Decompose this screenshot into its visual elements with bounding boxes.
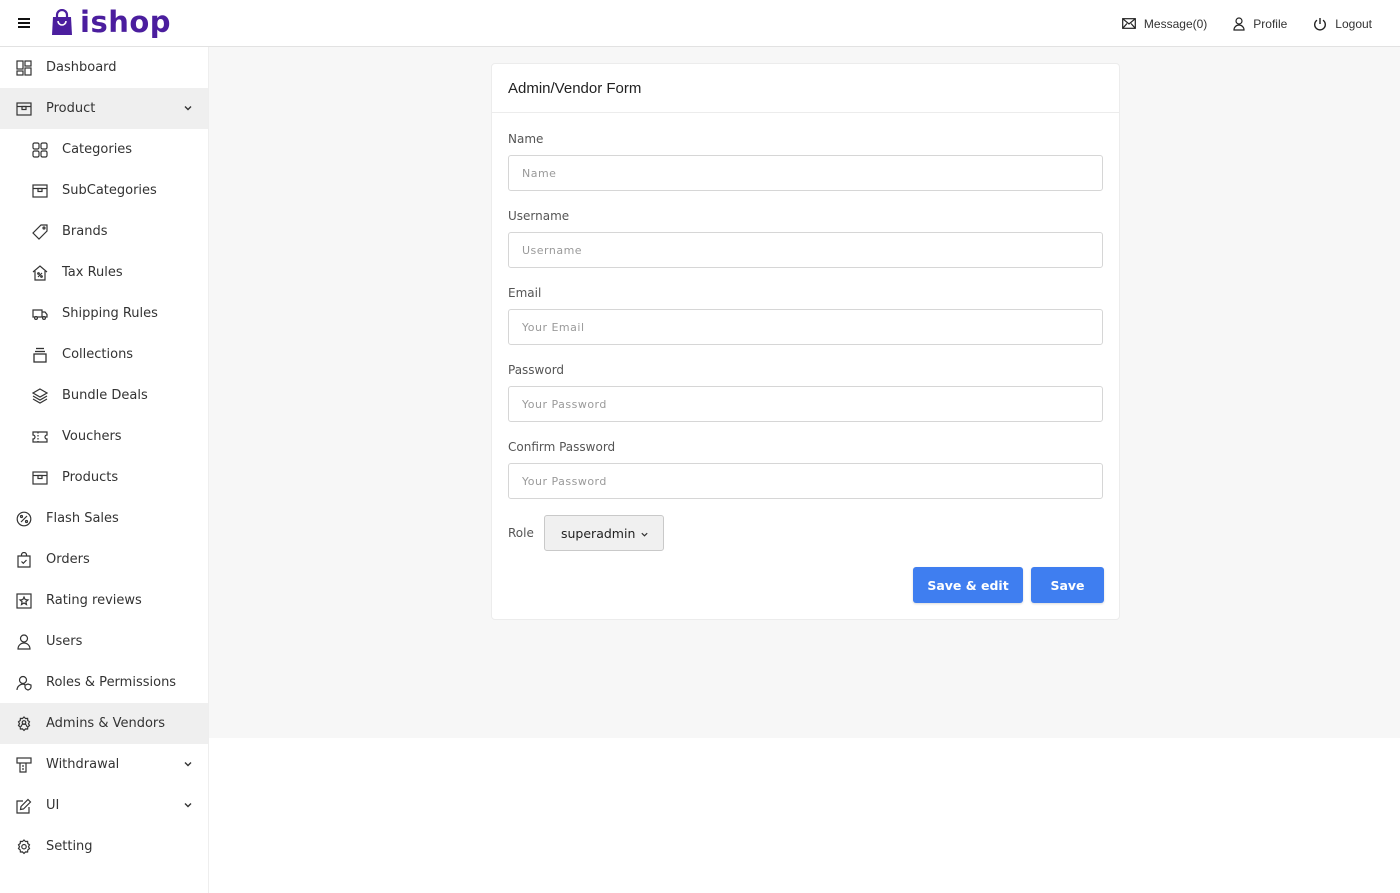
messages-label: Message(0) bbox=[1143, 16, 1208, 31]
sidebar-item-products[interactable]: Products bbox=[0, 457, 208, 498]
sidebar-item-users[interactable]: Users bbox=[0, 621, 208, 662]
profile-label: Profile bbox=[1253, 16, 1288, 31]
chevron-down-icon bbox=[184, 762, 192, 767]
sidebar-item-label: Orders bbox=[46, 552, 90, 567]
confirm-password-label: Confirm Password bbox=[508, 440, 616, 454]
sidebar-item-subcategories[interactable]: SubCategories bbox=[0, 170, 208, 211]
chevron-down-icon bbox=[641, 532, 648, 537]
save-button[interactable]: Save bbox=[1031, 567, 1104, 603]
brand-logo[interactable]: ishop bbox=[51, 6, 171, 38]
sidebar-item-roles-permissions[interactable]: Roles & Permissions bbox=[0, 662, 208, 703]
sidebar-item-flash-sales[interactable]: Flash Sales bbox=[0, 498, 208, 539]
sidebar-item-label: Vouchers bbox=[62, 429, 122, 444]
sidebar-item-label: Collections bbox=[62, 347, 134, 362]
sidebar-item-label: Admins & Vendors bbox=[46, 716, 166, 731]
role-label: Role bbox=[508, 526, 534, 540]
role-select[interactable]: superadmin bbox=[544, 515, 664, 551]
sidebar-item-label: Users bbox=[46, 634, 83, 649]
power-icon bbox=[1314, 17, 1327, 30]
bag-check-icon bbox=[16, 551, 32, 568]
email-label: Email bbox=[508, 286, 542, 300]
admin-vendor-form-card: Admin/Vendor Form Name Username Email Pa… bbox=[491, 63, 1120, 620]
star-box-icon bbox=[16, 592, 32, 609]
sidebar-item-brands[interactable]: Brands bbox=[0, 211, 208, 252]
sidebar-item-label: Bundle Deals bbox=[62, 388, 148, 403]
box-icon bbox=[32, 470, 48, 486]
sidebar-item-label: Withdrawal bbox=[46, 757, 120, 772]
sidebar-item-label: SubCategories bbox=[62, 183, 157, 198]
sidebar-item-admins-vendors[interactable]: Admins & Vendors bbox=[0, 703, 208, 744]
box-icon bbox=[16, 101, 32, 117]
sidebar-item-categories[interactable]: Categories bbox=[0, 129, 208, 170]
sidebar-item-label: Flash Sales bbox=[46, 511, 119, 526]
user-icon bbox=[16, 633, 32, 650]
sidebar-item-label: Products bbox=[62, 470, 119, 485]
sidebar-item-rating-reviews[interactable]: Rating reviews bbox=[0, 580, 208, 621]
chevron-down-icon bbox=[184, 106, 192, 111]
sidebar-item-label: UI bbox=[46, 798, 60, 813]
sidebar-item-label: Roles & Permissions bbox=[46, 675, 177, 690]
chevron-down-icon bbox=[184, 803, 192, 808]
sidebar-item-label: Tax Rules bbox=[62, 265, 123, 280]
ticket-icon bbox=[32, 429, 48, 445]
sidebar-item-vouchers[interactable]: Vouchers bbox=[0, 416, 208, 457]
sidebar-item-collections[interactable]: Collections bbox=[0, 334, 208, 375]
logout-link[interactable]: Logout bbox=[1313, 17, 1372, 31]
withdraw-icon bbox=[16, 756, 32, 773]
sidebar-item-withdrawal[interactable]: Withdrawal bbox=[0, 744, 208, 785]
menu-icon[interactable] bbox=[16, 15, 32, 31]
top-header: ishop Message(0) Profile Logout bbox=[0, 0, 1400, 47]
role-select-value: superadmin bbox=[561, 525, 636, 541]
password-input[interactable] bbox=[508, 386, 1103, 422]
card-header: Admin/Vendor Form bbox=[492, 64, 1119, 113]
username-label: Username bbox=[508, 209, 570, 223]
name-label: Name bbox=[508, 132, 544, 146]
logout-label: Logout bbox=[1335, 16, 1372, 31]
sidebar-item-tax-rules[interactable]: Tax Rules bbox=[0, 252, 208, 293]
stack-icon bbox=[32, 347, 48, 363]
edit-icon bbox=[16, 798, 32, 814]
gear-icon bbox=[16, 838, 32, 855]
profile-link[interactable]: Profile bbox=[1233, 17, 1287, 31]
shield-user-icon bbox=[16, 675, 32, 691]
top-nav: Message(0) Profile Logout bbox=[1096, 0, 1372, 47]
user-gear-icon bbox=[16, 715, 32, 732]
messages-link[interactable]: Message(0) bbox=[1122, 17, 1207, 31]
sidebar-item-label: Categories bbox=[62, 142, 133, 157]
sidebar-item-label: Dashboard bbox=[46, 60, 117, 75]
sidebar-item-label: Rating reviews bbox=[46, 593, 142, 608]
sidebar-item-label: Setting bbox=[46, 839, 93, 854]
sidebar-item-ui[interactable]: UI bbox=[0, 785, 208, 826]
tax-house-icon bbox=[32, 264, 48, 281]
sidebar-item-bundle-deals[interactable]: Bundle Deals bbox=[0, 375, 208, 416]
box-icon bbox=[32, 183, 48, 199]
brand-name: ishop bbox=[80, 5, 172, 39]
mail-icon bbox=[1122, 18, 1136, 29]
sidebar-item-label: Brands bbox=[62, 224, 108, 239]
username-input[interactable] bbox=[508, 232, 1103, 268]
form-title: Admin/Vendor Form bbox=[508, 79, 642, 97]
sidebar-item-dashboard[interactable]: Dashboard bbox=[0, 47, 208, 88]
user-icon bbox=[1233, 16, 1245, 31]
password-label: Password bbox=[508, 363, 565, 377]
dashboard-icon bbox=[16, 59, 32, 76]
sidebar-item-shipping-rules[interactable]: Shipping Rules bbox=[0, 293, 208, 334]
percent-icon bbox=[16, 511, 32, 527]
grid-icon bbox=[32, 141, 48, 158]
save-and-edit-button[interactable]: Save & edit bbox=[913, 567, 1023, 603]
sidebar-item-setting[interactable]: Setting bbox=[0, 826, 208, 867]
tag-icon bbox=[32, 223, 48, 240]
sidebar: Dashboard Product Categories SubCategori… bbox=[0, 47, 209, 893]
email-input[interactable] bbox=[508, 309, 1103, 345]
confirm-password-input[interactable] bbox=[508, 463, 1103, 499]
layers-icon bbox=[32, 387, 48, 404]
truck-icon bbox=[32, 306, 48, 322]
name-input[interactable] bbox=[508, 155, 1103, 191]
shopping-bag-icon bbox=[52, 8, 72, 35]
sidebar-item-label: Product bbox=[46, 101, 96, 116]
sidebar-item-product[interactable]: Product bbox=[0, 88, 208, 129]
sidebar-item-label: Shipping Rules bbox=[62, 306, 158, 321]
sidebar-item-orders[interactable]: Orders bbox=[0, 539, 208, 580]
